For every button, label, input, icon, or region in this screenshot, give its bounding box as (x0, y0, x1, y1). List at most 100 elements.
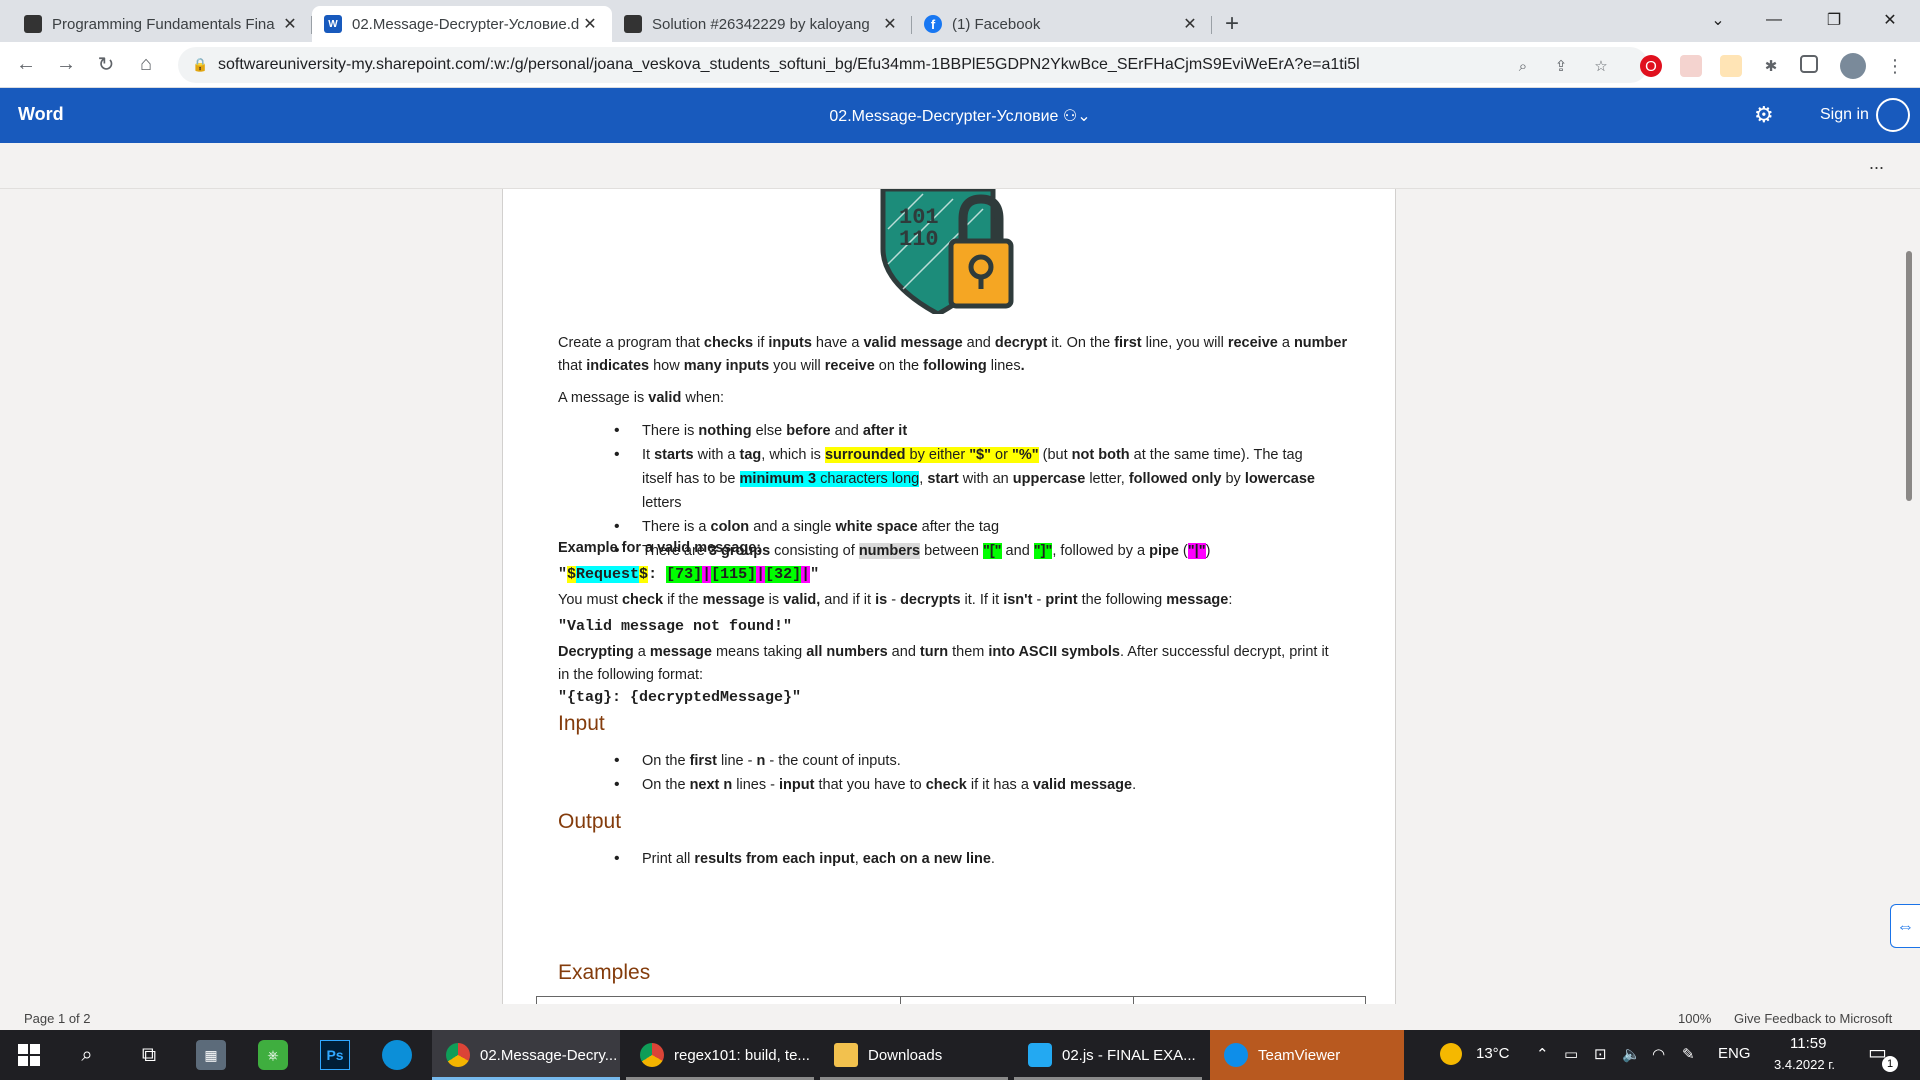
language-indicator[interactable]: ENG (1718, 1045, 1751, 1062)
taskbar-app-label: TeamViewer (1258, 1046, 1341, 1064)
list-item: On the next n lines - input that you hav… (558, 773, 1348, 797)
puzzle-icon[interactable]: ✱ (1760, 55, 1782, 77)
example-label: Example for a valid message: (558, 540, 762, 556)
calculator-icon[interactable]: ▦ (196, 1040, 226, 1070)
tab-solution[interactable]: Solution #26342229 by kaloyang ✕ (612, 6, 912, 42)
examples-table (536, 996, 1366, 1004)
search-icon[interactable]: ⌕ (72, 1040, 102, 1070)
tab-search-icon[interactable]: ⌄ (1690, 0, 1746, 40)
close-tab-icon[interactable]: ✕ (1180, 14, 1200, 34)
profile-avatar[interactable] (1840, 53, 1866, 79)
volume-icon[interactable]: 🔈 (1622, 1045, 1641, 1063)
logo-bits-2: 110 (899, 227, 939, 252)
battery-icon[interactable]: ▭ (1564, 1045, 1578, 1063)
ribbon: ... (0, 143, 1920, 189)
url-text: softwareuniversity-my.sharepoint.com/:w:… (218, 56, 1360, 73)
teamviewer-side-icon[interactable]: ⇔ (1890, 904, 1920, 948)
taskbar-app-label: regex101: build, te... (674, 1046, 810, 1064)
windows-start-icon[interactable] (14, 1040, 44, 1070)
output-list: Print all results from each input, each … (558, 847, 1348, 871)
list-item: Print all results from each input, each … (558, 847, 1348, 871)
photoshop-icon[interactable]: Ps (320, 1040, 350, 1070)
close-tab-icon[interactable]: ✕ (580, 14, 600, 34)
examples-heading: Examples (558, 961, 651, 984)
chrome-icon (640, 1043, 664, 1067)
tab-programming-fundamentals[interactable]: Programming Fundamentals Fina ✕ (12, 6, 312, 42)
edge-icon[interactable] (382, 1040, 412, 1070)
sign-in-link[interactable]: Sign in (1820, 106, 1869, 124)
settings-gear-icon[interactable]: ⚙ (1754, 102, 1774, 128)
taskbar-app-teamviewer[interactable]: TeamViewer (1210, 1030, 1404, 1080)
zoom-icon[interactable]: ⌕ (1512, 55, 1534, 77)
taskbar-app-chrome-word[interactable]: 02.Message-Decry... (432, 1030, 620, 1080)
temperature[interactable]: 13°C (1476, 1045, 1510, 1062)
pen-icon[interactable]: ✎ (1682, 1045, 1695, 1063)
word-favicon-icon: W (324, 15, 342, 33)
minimize-button[interactable]: — (1746, 0, 1802, 40)
page-count: Page 1 of 2 (24, 1011, 91, 1026)
close-window-button[interactable]: ✕ (1862, 0, 1918, 40)
close-tab-icon[interactable]: ✕ (880, 14, 900, 34)
url-input[interactable]: 🔒 softwareuniversity-my.sharepoint.com/:… (178, 47, 1648, 83)
teamviewer-icon (1224, 1043, 1248, 1067)
extension-icon[interactable] (1720, 55, 1742, 77)
extension-icon[interactable] (1680, 55, 1702, 77)
back-icon[interactable]: ← (6, 45, 46, 85)
bookmark-star-icon[interactable]: ☆ (1590, 55, 1612, 77)
vertical-scrollbar[interactable] (1906, 251, 1912, 501)
document-canvas[interactable]: 101 110 Create a program that checks if … (0, 189, 1920, 1004)
taskbar-app-vscode[interactable]: 02.js - FINAL EXA... (1014, 1030, 1202, 1080)
more-options-icon[interactable]: ... (1869, 153, 1884, 174)
word-header: Word 02.Message-Decrypter-Условие ⚇⌄ ⚙ S… (0, 88, 1920, 143)
clock-time[interactable]: 11:59 (1790, 1035, 1826, 1052)
output-heading: Output (558, 810, 622, 833)
check-paragraph: You must check if the message is valid, … (558, 592, 1233, 608)
share-people-icon: ⚇⌄ (1062, 108, 1091, 125)
reload-icon[interactable]: ↻ (86, 45, 126, 85)
list-item: On the first line - n - the count of inp… (558, 749, 1348, 773)
taskbar-app-label: Downloads (868, 1046, 943, 1064)
weather-sun-icon[interactable] (1440, 1043, 1462, 1065)
tab-facebook[interactable]: f (1) Facebook ✕ (912, 6, 1212, 42)
taskbar-app-chrome-regex[interactable]: regex101: build, te... (626, 1030, 814, 1080)
tab-favicon-icon (24, 15, 42, 33)
document-page: 101 110 Create a program that checks if … (502, 189, 1396, 1004)
user-avatar-icon[interactable] (1876, 98, 1910, 132)
tab-favicon-icon (624, 15, 642, 33)
close-tab-icon[interactable]: ✕ (280, 14, 300, 34)
opera-icon[interactable]: O (1640, 55, 1662, 77)
side-panel-icon[interactable] (1800, 55, 1818, 73)
output-format: "{tag}: {decryptedMessage}" (558, 689, 802, 706)
share-icon[interactable]: ⇪ (1550, 55, 1572, 77)
decrypting-paragraph: Decrypting a message means taking all nu… (558, 644, 1329, 683)
wifi-icon[interactable]: ◠ (1652, 1045, 1665, 1063)
forward-icon[interactable]: → (46, 45, 86, 85)
intro-paragraph: Create a program that checks if inputs h… (558, 335, 1348, 374)
tab-title: Programming Fundamentals Fina (52, 15, 275, 33)
new-tab-button[interactable]: + (1212, 6, 1252, 42)
feedback-link[interactable]: Give Feedback to Microsoft (1734, 1011, 1892, 1026)
meet-now-icon[interactable]: ⊡ (1594, 1045, 1607, 1063)
taskbar-app-explorer[interactable]: Downloads (820, 1030, 1008, 1080)
tab-message-decrypter[interactable]: W 02.Message-Decrypter-Условие.d ✕ (312, 6, 612, 42)
document-title[interactable]: 02.Message-Decrypter-Условие ⚇⌄ (0, 106, 1920, 126)
input-list: On the first line - n - the count of inp… (558, 749, 1348, 797)
home-icon[interactable]: ⌂ (126, 45, 166, 85)
valid-when-paragraph: A message is valid when: (558, 390, 725, 406)
address-bar-row: ← → ↻ ⌂ 🔒 softwareuniversity-my.sharepoi… (0, 42, 1920, 88)
example-message: "$Request$: [73]|[115]|[32]|" (558, 566, 820, 583)
list-item: It starts with a tag, which is surrounde… (558, 443, 1348, 515)
task-view-icon[interactable]: ⧉ (134, 1040, 164, 1070)
list-item: There is nothing else before and after i… (558, 419, 1348, 443)
list-item: There is a colon and a single white spac… (558, 515, 1348, 539)
browser-tab-bar: Programming Fundamentals Fina ✕ W 02.Mes… (0, 0, 1920, 42)
menu-dots-icon[interactable]: ⋮ (1884, 55, 1906, 77)
restore-button[interactable]: ❐ (1806, 0, 1862, 40)
chevron-up-icon[interactable]: ⌃ (1536, 1045, 1549, 1063)
chrome-icon (446, 1043, 470, 1067)
zoom-level[interactable]: 100% (1678, 1011, 1711, 1026)
clock-date[interactable]: 3.4.2022 г. (1774, 1057, 1835, 1072)
app-icon[interactable]: ⎈ (258, 1040, 288, 1070)
tab-title: Solution #26342229 by kaloyang (652, 15, 870, 33)
tab-title: 02.Message-Decrypter-Условие.d (352, 15, 580, 33)
